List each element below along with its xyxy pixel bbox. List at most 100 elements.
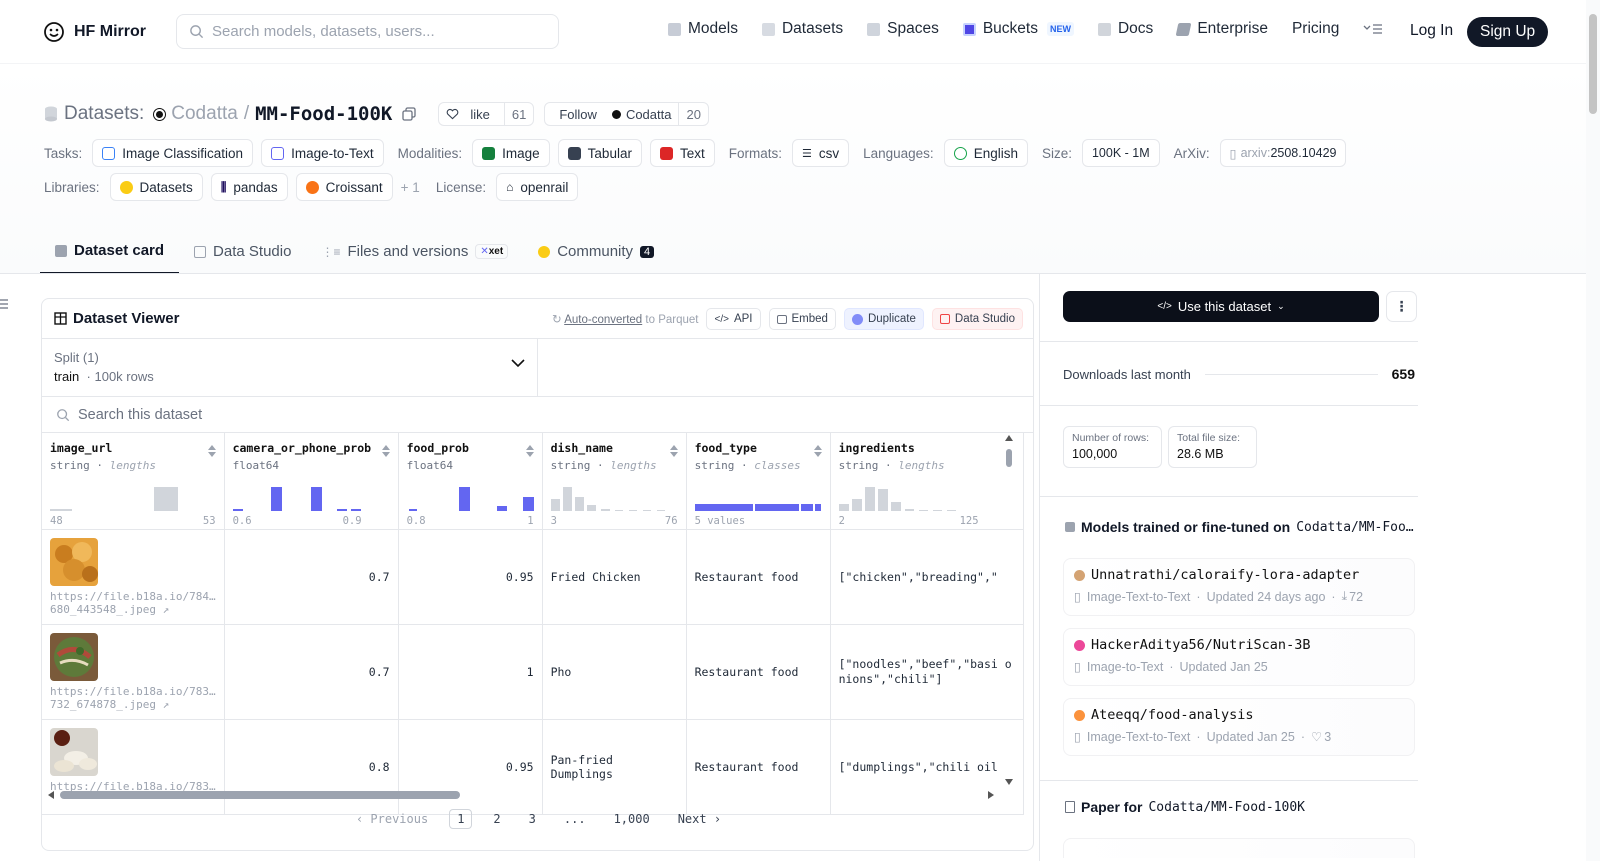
top-nav: HF Mirror Models Datasets Spaces Buckets… (0, 0, 1600, 64)
vertical-scrollbar[interactable] (1003, 433, 1015, 788)
tab-community[interactable]: Community 4 (523, 229, 669, 274)
signup-button[interactable]: Sign Up (1467, 17, 1549, 47)
cell-ingredients[interactable]: ["noodles","beef","basi onions","chili"] (830, 624, 1024, 720)
cell-dish-name[interactable]: Fried Chicken (542, 529, 687, 625)
sort-icon[interactable] (813, 445, 822, 457)
histogram-bar (656, 509, 665, 511)
last-page-button[interactable]: 1,000 (607, 810, 657, 828)
model-card[interactable]: HackerAditya56/NutriScan-3B ▯ Image-to-Tex… (1063, 628, 1415, 686)
histogram-bar (550, 498, 560, 511)
column-header[interactable]: food_type string · classes 5 values (686, 433, 831, 530)
tag-image-to-text[interactable]: Image-to-Text (261, 139, 384, 167)
libraries-more[interactable]: + 1 (401, 180, 420, 195)
sort-icon[interactable] (525, 445, 534, 457)
sort-icon[interactable] (381, 445, 390, 457)
dataset-search-input[interactable] (78, 406, 578, 423)
split-dropdown[interactable]: Split (1) train · 100k rows (42, 339, 538, 397)
tag-license[interactable]: ⌂ openrail (496, 173, 579, 201)
nav-datasets[interactable]: Datasets (761, 20, 843, 38)
global-search[interactable] (176, 14, 559, 49)
tag-image-classification[interactable]: Image Classification (92, 139, 254, 167)
tag-datasets-lib[interactable]: Datasets (109, 173, 203, 201)
org-link[interactable]: Codatta (171, 103, 238, 125)
cell-dish-name[interactable]: Pho (542, 624, 687, 720)
paper-card[interactable] (1063, 838, 1415, 858)
previous-page-button[interactable]: ‹ Previous (349, 810, 435, 828)
more-options-button[interactable]: ⋮ (1386, 291, 1417, 322)
table-row[interactable]: https://file.b18a.io/784… 680_443548_.jpe… (42, 529, 1024, 625)
brand-logo[interactable]: HF Mirror (42, 20, 146, 44)
food-thumbnail[interactable] (50, 537, 98, 586)
page-2-button[interactable]: 2 (486, 810, 507, 828)
column-header[interactable]: food_prob float64 0.8 1 (398, 433, 543, 530)
tag-arxiv[interactable]: ▯ arxiv: 2508.10429 (1219, 139, 1347, 167)
nav-enterprise[interactable]: Enterprise (1175, 20, 1268, 38)
column-header[interactable]: dish_name string · lengths 3 76 (542, 433, 687, 530)
nav-spaces[interactable]: Spaces (867, 20, 939, 38)
dataset-name[interactable]: MM-Food-100K (255, 103, 392, 125)
tag-pandas[interactable]: ⫼ pandas (210, 173, 288, 201)
cell-image[interactable]: https://file.b18a.io/783… 732_674878_.jpe… (42, 624, 225, 720)
table-row[interactable]: https://file.b18a.io/783… 732_674878_.jpe… (42, 624, 1024, 720)
next-page-button[interactable]: Next › (671, 810, 728, 828)
like-button[interactable]: like 61 (438, 102, 535, 126)
global-search-input[interactable] (212, 23, 542, 40)
nav-pricing[interactable]: Pricing (1292, 20, 1339, 38)
column-header[interactable]: camera_or_phone_prob float64 0.6 0.9 (224, 433, 399, 530)
auto-converted-link[interactable]: Auto-converted (564, 314, 642, 326)
image-url[interactable]: https://file.b18a.io/784… 680_443548_.jpe… (50, 590, 216, 616)
use-this-dataset-button[interactable]: </> Use this dataset ⌄ (1063, 291, 1379, 322)
downloads-label: Downloads last month (1063, 366, 1191, 382)
tab-label: Dataset card (74, 242, 165, 259)
column-header[interactable]: image_url string · lengths 48 53 (42, 433, 225, 530)
tag-csv[interactable]: ☰ csv (791, 139, 850, 167)
histogram-range: 48 53 (50, 515, 216, 527)
sort-icon[interactable] (207, 445, 216, 457)
column-header[interactable]: ingredients string · lengths 2 125 (830, 433, 1024, 530)
food-thumbnail[interactable] (50, 632, 98, 681)
duplicate-button[interactable]: Duplicate (843, 308, 924, 330)
side-menu-icon[interactable] (0, 298, 10, 310)
cell-ingredients[interactable]: ["chicken","breading"," (830, 529, 1024, 625)
cell-food-prob[interactable]: 0.95 (398, 529, 543, 625)
cell-image[interactable]: https://file.b18a.io/784… 680_443548_.jpe… (42, 529, 225, 625)
cell-food-prob[interactable]: 1 (398, 624, 543, 720)
login-link[interactable]: Log In (1410, 22, 1453, 40)
page-scrollbar[interactable] (1586, 0, 1600, 861)
api-button[interactable]: </> API (706, 308, 761, 330)
nav-buckets[interactable]: Buckets NEW (962, 20, 1074, 38)
cell-camera-prob[interactable]: 0.7 (224, 529, 399, 625)
scrollbar-thumb[interactable] (1589, 14, 1597, 114)
image-url[interactable]: https://file.b18a.io/783… 732_674878_.jpe… (50, 685, 216, 711)
tag-size[interactable]: 100K - 1M (1081, 139, 1160, 167)
model-card[interactable]: Unnatrathi/caloraify-lora-adapter ▯ Image-… (1063, 558, 1415, 616)
tag-tabular[interactable]: Tabular (557, 139, 642, 167)
tab-dataset-card[interactable]: Dataset card (40, 229, 180, 274)
models-heading: Models trained or fine-tuned on (1081, 519, 1291, 535)
dataset-search[interactable] (42, 397, 1033, 433)
sort-icon[interactable] (669, 445, 678, 457)
tag-text[interactable]: Text (649, 139, 715, 167)
nav-docs[interactable]: Docs (1097, 20, 1153, 38)
data-studio-button[interactable]: Data Studio (931, 308, 1023, 330)
tag-english[interactable]: English (943, 139, 1028, 167)
table-icon (54, 312, 67, 325)
food-thumbnail[interactable] (50, 727, 98, 776)
model-card[interactable]: Ateeqq/food-analysis ▯ Image-Text-to-Text ·… (1063, 698, 1415, 756)
tag-image[interactable]: Image (472, 139, 550, 167)
histogram-bar (600, 508, 610, 511)
cell-camera-prob[interactable]: 0.7 (224, 624, 399, 720)
horizontal-scrollbar[interactable] (46, 789, 1006, 801)
page-1-button[interactable]: 1 (449, 809, 473, 829)
tab-data-studio[interactable]: Data Studio (179, 229, 306, 274)
tag-croissant[interactable]: Croissant (295, 173, 393, 201)
cell-food-type[interactable]: Restaurant food (686, 624, 831, 720)
nav-models[interactable]: Models (668, 20, 738, 38)
page-3-button[interactable]: 3 (522, 810, 543, 828)
copy-icon[interactable] (402, 107, 417, 121)
embed-button[interactable]: Embed (768, 308, 836, 330)
follow-button[interactable]: Follow Codatta 20 (544, 102, 709, 126)
tab-files-versions[interactable]: ⋮≡ Files and versions ✕xet (306, 229, 523, 274)
nav-more-menu[interactable] (1363, 23, 1383, 35)
cell-food-type[interactable]: Restaurant food (686, 529, 831, 625)
